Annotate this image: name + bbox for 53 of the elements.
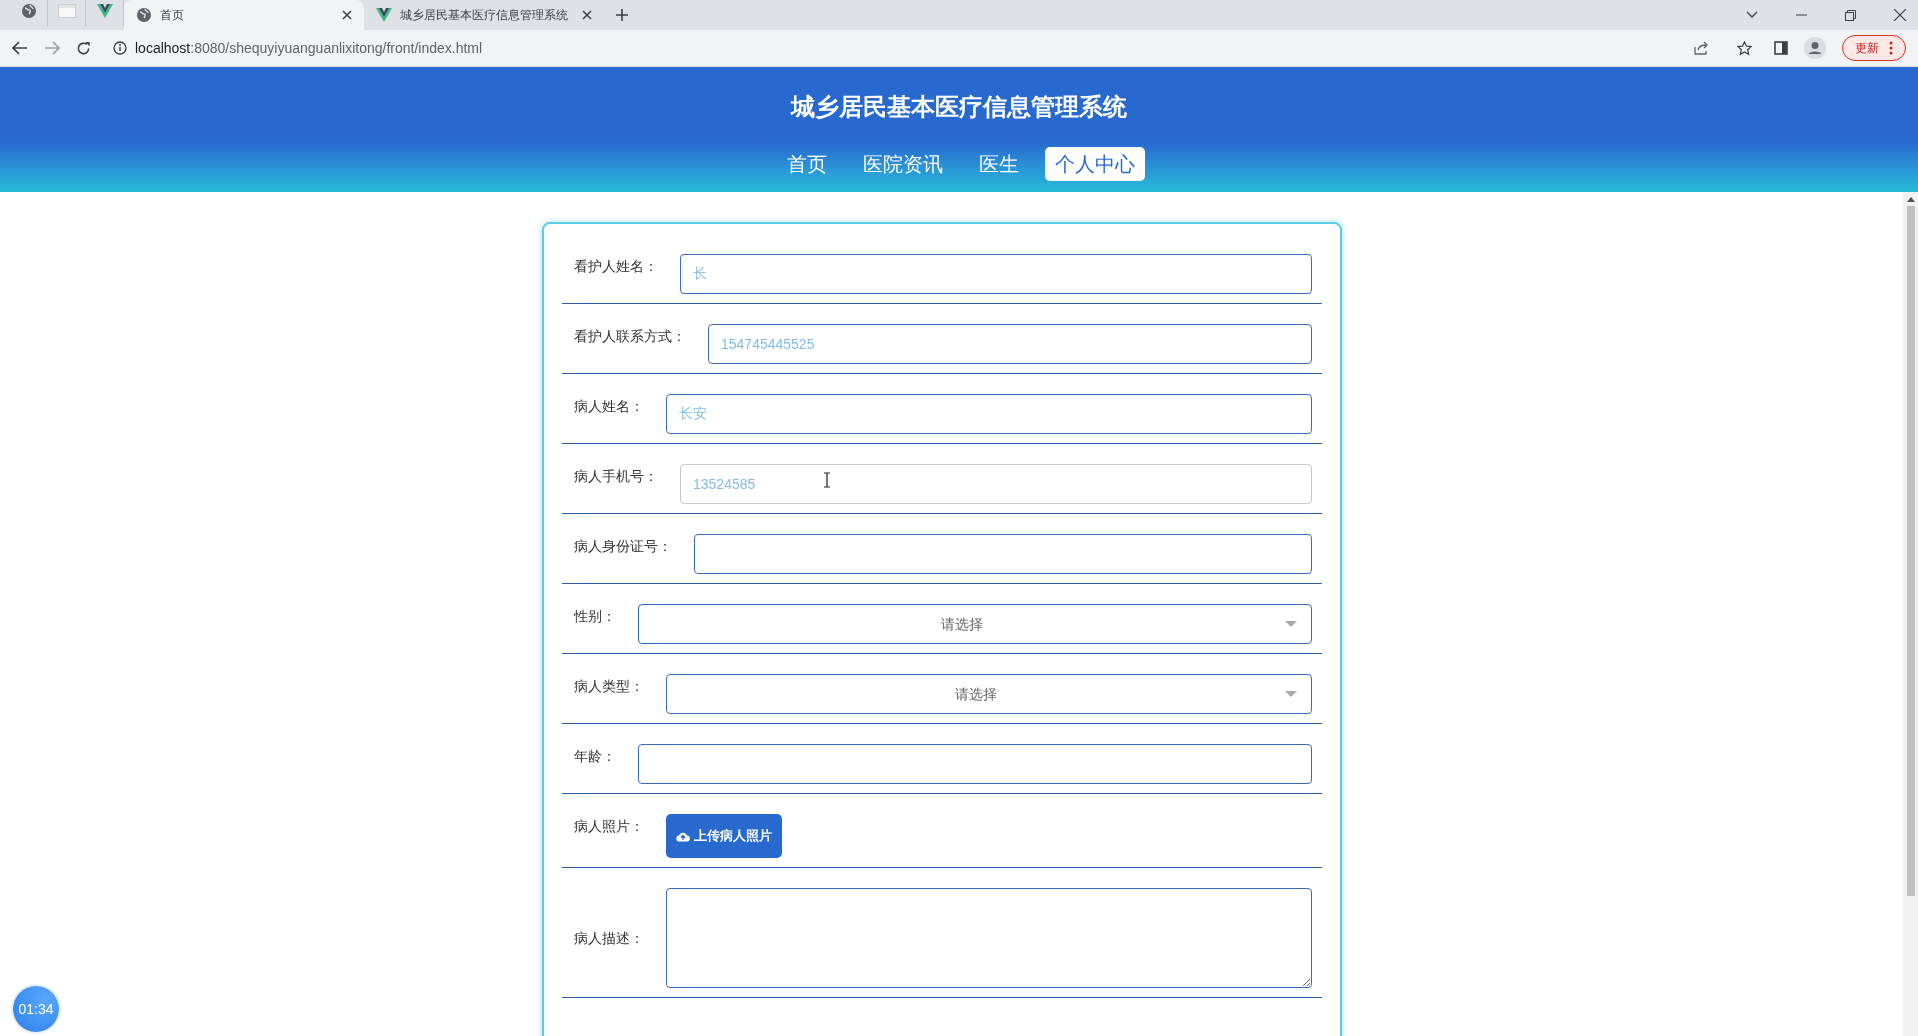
info-icon[interactable] [113,41,127,55]
text-field[interactable] [694,534,1312,574]
chevron-down-icon[interactable] [1746,11,1758,19]
nav-link[interactable]: 医院资讯 [853,147,953,181]
text-field[interactable] [638,744,1312,784]
description-textarea[interactable] [666,888,1312,988]
site-title: 城乡居民基本医疗信息管理系统 [791,92,1127,122]
share-icon[interactable] [1694,41,1709,55]
nav-link[interactable]: 首页 [777,147,837,181]
side-panel-icon[interactable] [1774,41,1788,55]
field-label: 病人描述： [574,928,644,948]
field-label: 病人身份证号： [574,537,672,556]
close-icon[interactable] [582,10,592,20]
page-icon [57,4,76,18]
address-bar[interactable]: localhost:8080/shequyiyuanguanlixitong/front/index.html [135,37,1686,59]
field-label: 性别： [574,607,616,626]
reload-icon[interactable] [76,40,91,56]
browser-tab[interactable]: 首页 [124,0,364,30]
cloud-upload-icon [676,830,690,842]
tab-title: 城乡居民基本医疗信息管理系统 [400,7,569,24]
update-button[interactable]: 更新 [1842,35,1906,61]
text-cursor-icon [823,472,831,488]
globe-icon [136,7,152,23]
v-logo-icon [96,4,113,18]
more-icon [1889,41,1893,55]
browser-tab[interactable]: 城乡居民基本医疗信息管理系统 [364,0,604,30]
dropdown[interactable]: 请选择 [638,604,1312,644]
v-logo-icon [376,8,392,22]
field-label: 病人姓名： [574,397,644,416]
dropdown[interactable]: 请选择 [666,674,1312,714]
timer-badge: 01:34 [13,986,59,1032]
restore-icon[interactable] [1845,9,1856,21]
close-icon[interactable] [342,10,352,20]
nav-link[interactable]: 个人中心 [1045,147,1145,181]
field-label: 年龄： [574,747,616,766]
field-label: 病人类型： [574,677,644,696]
field-label: 看护人联系方式： [574,327,686,346]
scrollbar[interactable] [1903,192,1918,1036]
field-label: 病人手机号： [574,467,658,486]
nav-link[interactable]: 医生 [969,147,1029,181]
upload-button[interactable]: 上传病人照片 [666,814,782,858]
field-label: 病人照片： [574,817,644,836]
new-tab-icon[interactable] [616,9,628,21]
caret-icon [1285,621,1297,627]
field-label: 看护人姓名： [574,257,658,276]
tab-title: 首页 [160,7,185,24]
caret-icon [1285,691,1297,697]
scroll-up-arrow-icon[interactable] [1906,197,1915,202]
close-window-icon[interactable] [1894,9,1906,21]
profile-icon[interactable] [1804,37,1826,59]
globe-icon [20,3,37,19]
back-arrow-icon[interactable] [12,41,28,55]
star-icon[interactable] [1737,40,1752,56]
